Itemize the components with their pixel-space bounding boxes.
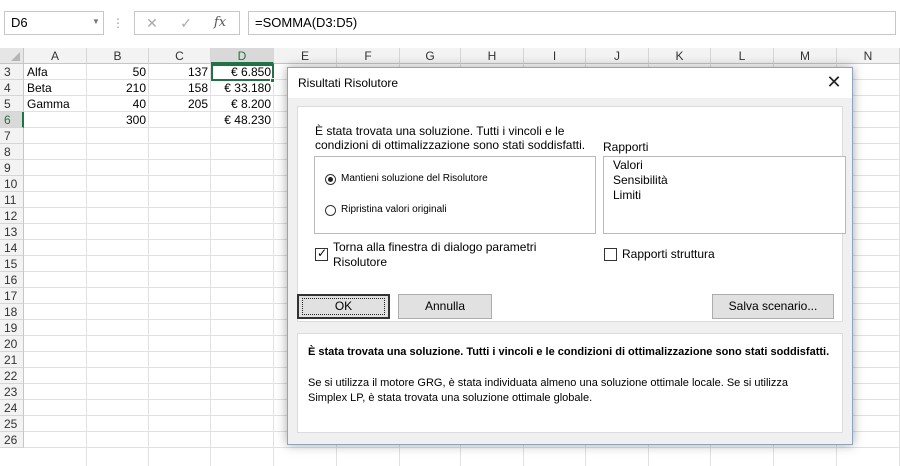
reports-label: Rapporti: [603, 140, 649, 154]
keep-solution-label[interactable]: Mantieni soluzione del Risolutore: [341, 173, 488, 185]
cell-a5[interactable]: Gamma: [24, 96, 87, 112]
cell-d6[interactable]: € 48.230: [211, 112, 274, 128]
radio-selected-dot: [328, 177, 333, 182]
column-header-a[interactable]: A: [24, 48, 87, 64]
row-header-22[interactable]: 22: [0, 368, 24, 384]
save-scenario-label: Salva scenario...: [728, 299, 818, 313]
results-panel: È stata trovata una soluzione. Tutti i v…: [297, 106, 846, 322]
grid-hline: [24, 447, 900, 448]
report-item-limits[interactable]: Limiti: [613, 188, 641, 202]
return-to-params-checkbox[interactable]: ✓: [315, 246, 328, 261]
row-header-15[interactable]: 15: [0, 256, 24, 272]
description-title: È stata trovata una soluzione. Tutti i v…: [308, 346, 830, 358]
column-header-l[interactable]: L: [711, 48, 774, 64]
fill-handle[interactable]: [270, 78, 275, 83]
row-header-3[interactable]: 3: [0, 64, 24, 80]
active-cell-border: [211, 64, 274, 81]
row-header-19[interactable]: 19: [0, 320, 24, 336]
row-header-20[interactable]: 20: [0, 336, 24, 352]
formula-input[interactable]: =SOMMA(D3:D5): [248, 11, 896, 35]
row-header-14[interactable]: 14: [0, 240, 24, 256]
row-header-11[interactable]: 11: [0, 192, 24, 208]
description-panel: È stata trovata una soluzione. Tutti i v…: [297, 333, 843, 433]
row-header-25[interactable]: 25: [0, 416, 24, 432]
cell-b4[interactable]: 210: [87, 80, 149, 96]
formula-bar: D6 ▼ ⋮ ✕ ✓ fx =SOMMA(D3:D5): [0, 0, 900, 48]
row-header-7[interactable]: 7: [0, 128, 24, 144]
row-header-10[interactable]: 10: [0, 176, 24, 192]
row-header-26[interactable]: 26: [0, 432, 24, 448]
row-header-24[interactable]: 24: [0, 400, 24, 416]
focus-rectangle: [302, 298, 385, 315]
checkmark-icon: ✓: [317, 246, 328, 260]
restore-values-radio[interactable]: [325, 205, 336, 216]
column-header-g[interactable]: G: [400, 48, 461, 64]
cell-a3[interactable]: Alfa: [24, 64, 87, 80]
enter-icon[interactable]: ✓: [173, 12, 199, 34]
dialog-body: È stata trovata una soluzione. Tutti i v…: [288, 98, 852, 444]
cell-a4[interactable]: Beta: [24, 80, 87, 96]
row-header-13[interactable]: 13: [0, 224, 24, 240]
more-options-icon: ⋮: [112, 16, 124, 30]
close-icon[interactable]: ✕: [822, 71, 846, 95]
outline-reports-checkbox[interactable]: [604, 248, 617, 261]
cancel-button-label: Annulla: [424, 299, 466, 313]
cell-b3[interactable]: 50: [87, 64, 149, 80]
row-header-12[interactable]: 12: [0, 208, 24, 224]
row-header-5[interactable]: 5: [0, 96, 24, 112]
formula-buttons: ✕ ✓ fx: [134, 11, 240, 35]
restore-values-label[interactable]: Ripristina valori originali: [341, 204, 447, 216]
column-header-e[interactable]: E: [274, 48, 337, 64]
cell-b6[interactable]: 300: [87, 112, 149, 128]
insert-function-icon[interactable]: fx: [207, 12, 233, 34]
row-header-18[interactable]: 18: [0, 304, 24, 320]
dialog-titlebar[interactable]: Risultati Risolutore ✕: [288, 68, 852, 98]
report-item-sensitivity[interactable]: Sensibilità: [613, 173, 668, 187]
cancel-icon[interactable]: ✕: [139, 12, 165, 34]
cell-d4[interactable]: € 33.180: [211, 80, 274, 96]
description-text: Se si utilizza il motore GRG, è stata in…: [308, 377, 788, 404]
column-header-f[interactable]: F: [337, 48, 400, 64]
return-to-params-label[interactable]: Torna alla finestra di dialogo parametri…: [333, 240, 573, 270]
keep-solution-radio[interactable]: [325, 174, 336, 185]
column-header-j[interactable]: J: [586, 48, 649, 64]
row-header-17[interactable]: 17: [0, 288, 24, 304]
select-all-triangle-icon: [11, 52, 20, 61]
row-header-6[interactable]: 6: [0, 112, 24, 128]
cell-c4[interactable]: 158: [149, 80, 211, 96]
row-header-16[interactable]: 16: [0, 272, 24, 288]
row-header-23[interactable]: 23: [0, 384, 24, 400]
solver-results-dialog: Risultati Risolutore ✕ È stata trovata u…: [287, 67, 853, 445]
solution-options-box: Mantieni soluzione del Risolutore Ripris…: [314, 156, 596, 234]
column-header-n[interactable]: N: [837, 48, 900, 64]
outline-reports-label[interactable]: Rapporti struttura: [622, 247, 715, 262]
cell-d5[interactable]: € 8.200: [211, 96, 274, 112]
reports-list[interactable]: Valori Sensibilità Limiti: [603, 156, 846, 234]
chevron-down-icon[interactable]: ▼: [89, 11, 103, 33]
column-header-c[interactable]: C: [149, 48, 211, 64]
row-header-8[interactable]: 8: [0, 144, 24, 160]
result-message: È stata trovata una soluzione. Tutti i v…: [315, 124, 586, 152]
column-header-d[interactable]: D: [211, 48, 274, 64]
column-header-h[interactable]: H: [461, 48, 524, 64]
dialog-title: Risultati Risolutore: [298, 76, 399, 90]
column-header-k[interactable]: K: [649, 48, 711, 64]
row-header-21[interactable]: 21: [0, 352, 24, 368]
column-header-b[interactable]: B: [87, 48, 149, 64]
column-header-i[interactable]: I: [524, 48, 586, 64]
cell-c3[interactable]: 137: [149, 64, 211, 80]
cell-b5[interactable]: 40: [87, 96, 149, 112]
row-header-9[interactable]: 9: [0, 160, 24, 176]
cell-c5[interactable]: 205: [149, 96, 211, 112]
save-scenario-button[interactable]: Salva scenario...: [712, 294, 834, 319]
column-header-m[interactable]: M: [774, 48, 837, 64]
row-header-4[interactable]: 4: [0, 80, 24, 96]
ok-button[interactable]: OK: [297, 294, 390, 319]
cancel-button[interactable]: Annulla: [398, 294, 492, 319]
report-item-values[interactable]: Valori: [613, 158, 643, 172]
